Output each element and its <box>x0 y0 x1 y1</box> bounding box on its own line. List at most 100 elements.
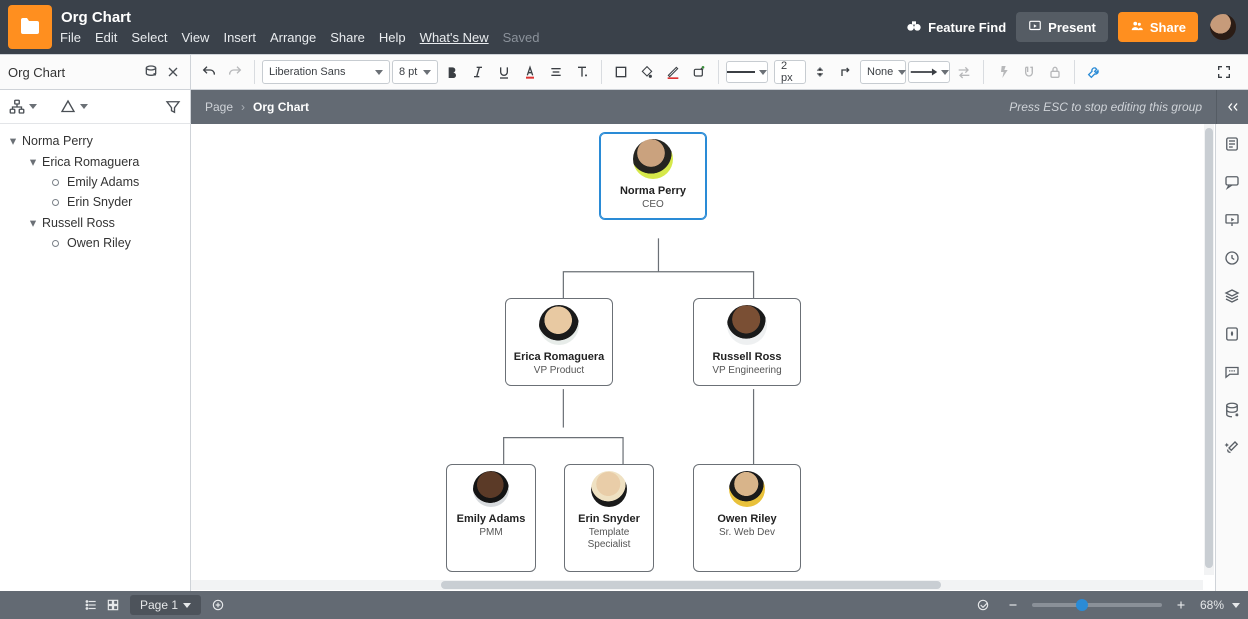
tree-node[interactable]: ▾Russell Ross <box>0 212 190 233</box>
menu-edit[interactable]: Edit <box>95 30 117 45</box>
target-button[interactable] <box>972 594 994 616</box>
undo-button[interactable] <box>197 60 221 84</box>
grid-view-button[interactable] <box>102 594 124 616</box>
avatar <box>727 305 767 345</box>
user-avatar[interactable] <box>1208 12 1238 42</box>
zoom-out-button[interactable] <box>1002 594 1024 616</box>
shape-palette <box>0 90 191 124</box>
sparkle-panel-icon[interactable] <box>1222 438 1242 458</box>
italic-button[interactable] <box>466 60 490 84</box>
font-select-value: Liberation Sans <box>269 66 345 78</box>
swap-ends-button[interactable] <box>952 60 976 84</box>
menu-share[interactable]: Share <box>330 30 365 45</box>
menu-arrange[interactable]: Arrange <box>270 30 316 45</box>
org-node-ceo[interactable]: Norma Perry CEO <box>599 132 707 220</box>
add-page-button[interactable] <box>207 594 229 616</box>
outline-sidebar[interactable]: ▾Norma Perry ▾Erica Romaguera Emily Adam… <box>0 124 191 591</box>
font-size-select[interactable]: 8 pt <box>392 60 438 84</box>
zoom-slider[interactable] <box>1032 603 1162 607</box>
arrow-start-select[interactable]: None <box>860 60 906 84</box>
line-color-button[interactable] <box>661 60 685 84</box>
menu-select[interactable]: Select <box>131 30 167 45</box>
menu-view[interactable]: View <box>182 30 210 45</box>
border-button[interactable] <box>609 60 633 84</box>
share-button[interactable]: Share <box>1118 12 1198 42</box>
lock-button[interactable] <box>1043 60 1067 84</box>
list-view-button[interactable] <box>80 594 102 616</box>
document-title[interactable]: Org Chart <box>60 9 540 27</box>
org-node[interactable]: Erica Romaguera VP Product <box>505 298 613 386</box>
left-panel-header: Org Chart <box>0 55 191 89</box>
page-tab-label: Page 1 <box>140 598 178 612</box>
text-options-button[interactable] <box>570 60 594 84</box>
arrow-end-select[interactable] <box>908 61 950 83</box>
menu-whats-new[interactable]: What's New <box>420 30 489 45</box>
saved-indicator: Saved <box>503 30 540 45</box>
chat-panel-icon[interactable] <box>1222 362 1242 382</box>
horizontal-scrollbar[interactable] <box>191 580 1203 590</box>
app-logo[interactable] <box>8 5 52 49</box>
tree-node-root[interactable]: ▾Norma Perry <box>0 130 190 151</box>
close-panel-icon[interactable] <box>162 61 184 83</box>
canvas[interactable]: Norma Perry CEO Erica Romaguera VP Produ… <box>191 124 1215 591</box>
present-panel-icon[interactable] <box>1222 210 1242 230</box>
notes-panel-icon[interactable] <box>1222 134 1242 154</box>
layers-panel-icon[interactable] <box>1222 286 1242 306</box>
org-node[interactable]: Russell Ross VP Engineering <box>693 298 801 386</box>
shape-options-button[interactable] <box>687 60 711 84</box>
org-node[interactable]: Owen Riley Sr. Web Dev <box>693 464 801 572</box>
align-button[interactable] <box>544 60 568 84</box>
line-width-stepper[interactable] <box>808 60 832 84</box>
action-button[interactable] <box>991 60 1015 84</box>
line-style-select[interactable] <box>726 61 768 83</box>
org-node[interactable]: Erin Snyder Template Specialist <box>564 464 654 572</box>
text-color-button[interactable] <box>518 60 542 84</box>
caret-down-icon <box>898 70 906 75</box>
caret-down-icon <box>80 104 88 109</box>
org-node[interactable]: Emily Adams PMM <box>446 464 536 572</box>
wrench-button[interactable] <box>1082 60 1106 84</box>
shape-hierarchy-button[interactable] <box>8 98 37 116</box>
vertical-scrollbar[interactable] <box>1204 124 1214 575</box>
app-header: Org Chart File Edit Select View Insert A… <box>0 0 1248 54</box>
data-sync-icon[interactable] <box>140 61 162 83</box>
menu-insert[interactable]: Insert <box>223 30 256 45</box>
theme-panel-icon[interactable] <box>1222 324 1242 344</box>
line-routing-button[interactable] <box>834 60 858 84</box>
font-select[interactable]: Liberation Sans <box>262 60 390 84</box>
play-icon <box>1028 19 1042 36</box>
caret-down-icon <box>183 603 191 608</box>
tree-node[interactable]: Emily Adams <box>0 172 190 192</box>
collapse-right-panel-button[interactable] <box>1216 90 1248 124</box>
chevron-right-icon: › <box>241 100 245 114</box>
tree-node[interactable]: ▾Erica Romaguera <box>0 151 190 172</box>
tree-node[interactable]: Erin Snyder <box>0 192 190 212</box>
breadcrumb-current: Org Chart <box>253 100 309 114</box>
line-width-input[interactable]: 2 px <box>774 60 806 84</box>
magnet-button[interactable] <box>1017 60 1041 84</box>
secondary-bar: Page › Org Chart Press ESC to stop editi… <box>0 90 1248 124</box>
comments-panel-icon[interactable] <box>1222 172 1242 192</box>
person-role: VP Engineering <box>712 365 781 377</box>
fullscreen-button[interactable] <box>1212 60 1236 84</box>
zoom-value[interactable]: 68% <box>1200 598 1224 612</box>
binoculars-icon <box>906 18 922 37</box>
filter-button[interactable] <box>164 98 182 116</box>
shape-basic-button[interactable] <box>59 98 88 116</box>
present-button[interactable]: Present <box>1016 12 1108 42</box>
tree-node[interactable]: Owen Riley <box>0 233 190 253</box>
bold-button[interactable] <box>440 60 464 84</box>
fill-button[interactable] <box>635 60 659 84</box>
history-panel-icon[interactable] <box>1222 248 1242 268</box>
menu-file[interactable]: File <box>60 30 81 45</box>
underline-button[interactable] <box>492 60 516 84</box>
avatar <box>539 305 579 345</box>
breadcrumb-page[interactable]: Page <box>205 100 233 114</box>
data-panel-icon[interactable] <box>1222 400 1242 420</box>
zoom-in-button[interactable] <box>1170 594 1192 616</box>
person-name: Norma Perry <box>620 185 686 198</box>
feature-find-button[interactable]: Feature Find <box>906 18 1006 37</box>
page-tab[interactable]: Page 1 <box>130 595 201 615</box>
menu-help[interactable]: Help <box>379 30 406 45</box>
person-name: Emily Adams <box>457 513 526 526</box>
